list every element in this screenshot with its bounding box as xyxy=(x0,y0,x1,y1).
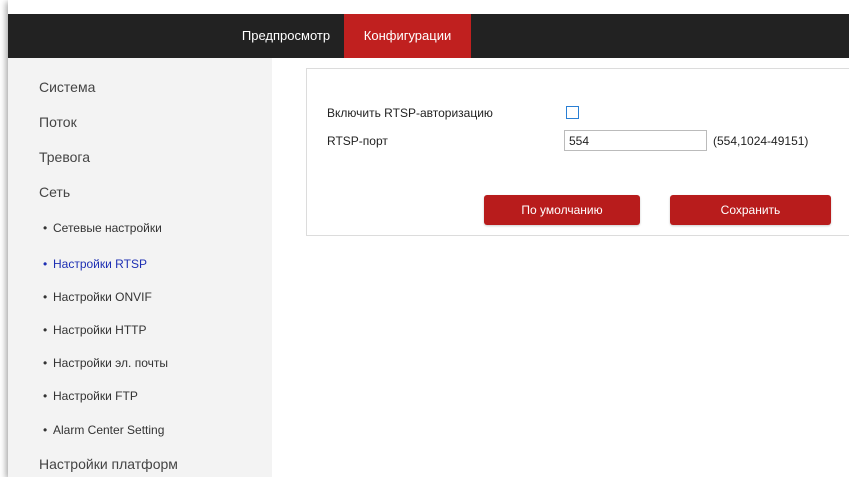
sidebar-item-alarm[interactable]: Тревога xyxy=(39,149,90,165)
bullet-icon: • xyxy=(43,356,48,370)
sidebar-subitem-ftp-settings[interactable]: • Настройки FTP xyxy=(43,389,138,403)
sidebar-item-system[interactable]: Система xyxy=(39,79,95,95)
tab-configuration[interactable]: Конфигурации xyxy=(344,14,471,58)
rtsp-settings-panel: Включить RTSP-авторизацию RTSP-порт (554… xyxy=(306,68,849,236)
bullet-icon: • xyxy=(43,221,48,235)
sidebar-subitem-alarm-center-setting[interactable]: • Alarm Center Setting xyxy=(43,423,164,437)
app-window: Предпросмотр Конфигурации Система Поток … xyxy=(8,0,849,477)
sidebar-subitem-label: Сетевые настройки xyxy=(53,221,162,235)
bullet-icon: • xyxy=(43,323,48,337)
sidebar-subitem-label: Настройки HTTP xyxy=(53,323,147,337)
bullet-icon: • xyxy=(43,257,48,271)
sidebar-subitem-email-settings[interactable]: • Настройки эл. почты xyxy=(43,356,168,370)
sidebar: Система Поток Тревога Сеть • Сетевые наст… xyxy=(8,58,272,477)
rtsp-port-range-hint: (554,1024-49151) xyxy=(713,134,809,148)
sidebar-item-platform-settings[interactable]: Настройки платформ xyxy=(39,456,178,472)
bullet-icon: • xyxy=(43,423,48,437)
rtsp-port-input[interactable] xyxy=(564,130,707,151)
sidebar-subitem-label: Настройки ONVIF xyxy=(53,290,152,304)
sidebar-subitem-onvif-settings[interactable]: • Настройки ONVIF xyxy=(43,290,152,304)
sidebar-subitem-label: Alarm Center Setting xyxy=(53,423,165,437)
sidebar-subitem-label: Настройки RTSP xyxy=(53,257,147,271)
sidebar-subitem-network-settings[interactable]: • Сетевые настройки xyxy=(43,221,162,235)
rtsp-port-label: RTSP-порт xyxy=(327,134,388,148)
top-navigation-bar: Предпросмотр Конфигурации xyxy=(8,14,849,58)
sidebar-subitem-label: Настройки эл. почты xyxy=(53,356,168,370)
sidebar-subitem-http-settings[interactable]: • Настройки HTTP xyxy=(43,323,147,337)
default-button[interactable]: По умолчанию xyxy=(484,195,640,225)
sidebar-subitem-rtsp-settings[interactable]: • Настройки RTSP xyxy=(43,257,147,271)
bullet-icon: • xyxy=(43,290,48,304)
main-content: Включить RTSP-авторизацию RTSP-порт (554… xyxy=(272,58,849,477)
tab-preview[interactable]: Предпросмотр xyxy=(228,14,344,58)
save-button[interactable]: Сохранить xyxy=(670,195,831,225)
sidebar-item-network[interactable]: Сеть xyxy=(39,184,70,200)
sidebar-item-stream[interactable]: Поток xyxy=(39,114,77,130)
bullet-icon: • xyxy=(43,389,48,403)
rtsp-auth-label: Включить RTSP-авторизацию xyxy=(327,106,493,120)
rtsp-auth-checkbox[interactable] xyxy=(566,106,579,119)
sidebar-subitem-label: Настройки FTP xyxy=(53,389,138,403)
